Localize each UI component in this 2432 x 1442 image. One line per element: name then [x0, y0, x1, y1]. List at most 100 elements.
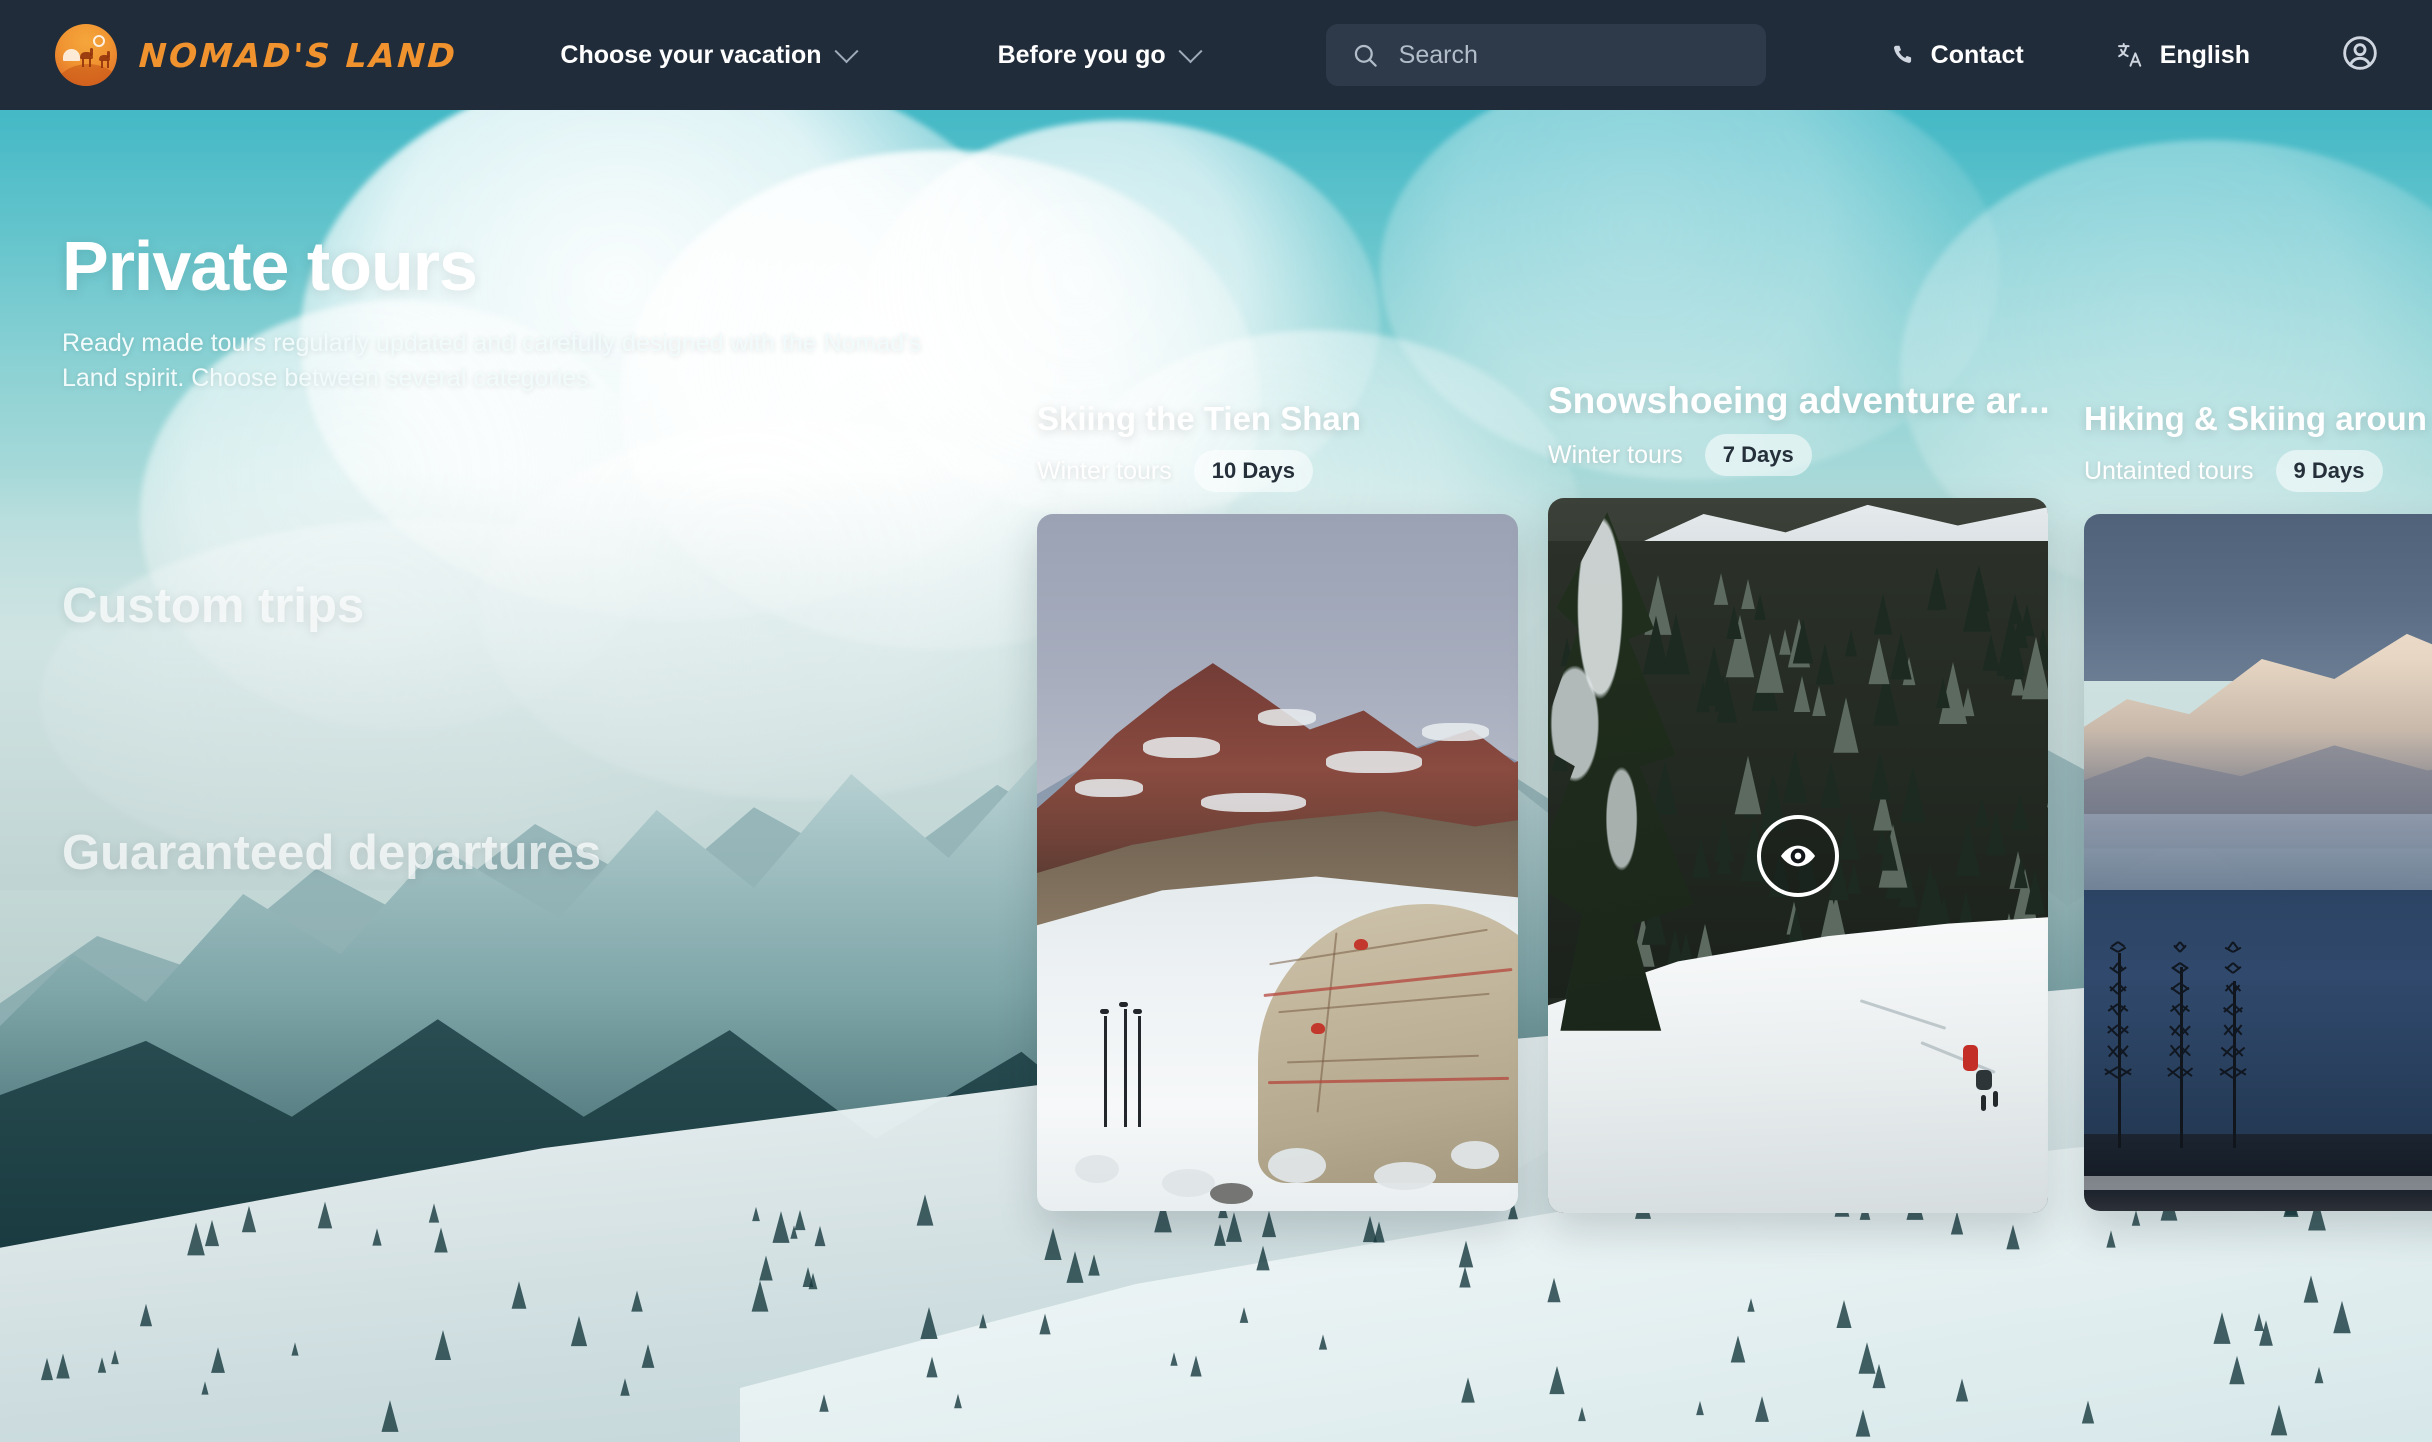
tour-card-duration-badge: 7 Days — [1705, 434, 1812, 476]
conifer-icon — [1845, 630, 1857, 657]
tour-card-duration-badge: 10 Days — [1194, 450, 1313, 492]
conifer-icon — [1820, 762, 1841, 808]
tour-card-title: Snowshoeing adventure ar... — [1548, 380, 2050, 422]
camel-leg — [82, 58, 84, 67]
brand-logo[interactable]: NOMAD'S LAND — [55, 24, 457, 86]
tree-icon — [1170, 1352, 1177, 1366]
conifer-icon — [1874, 593, 1893, 634]
tree-icon — [2106, 1230, 2115, 1247]
tree-icon — [1262, 1211, 1276, 1237]
conifer-icon — [1833, 698, 1858, 753]
navbar-right-group: Contact English — [1889, 33, 2380, 78]
tree-icon — [917, 1194, 934, 1225]
tree-icon — [1755, 1396, 1769, 1422]
tree-icon — [1951, 1212, 1963, 1235]
tree-icon — [631, 1290, 642, 1311]
tree-icon — [318, 1202, 332, 1229]
tree-icon — [429, 1203, 439, 1222]
conifer-icon — [1927, 566, 1947, 609]
hero-text-block: Private tours Ready made tours regularly… — [62, 230, 942, 397]
yurt-on-snow-plain-scene — [1037, 514, 1518, 1211]
tree-icon — [372, 1228, 381, 1245]
eye-icon — [1778, 836, 1818, 876]
tree-icon — [2132, 1210, 2140, 1226]
tree-icon — [1373, 1221, 1384, 1242]
account-button[interactable] — [2340, 33, 2380, 78]
nav-choose-your-vacation[interactable]: Choose your vacation — [560, 41, 854, 70]
conifer-icon — [1900, 766, 1925, 821]
tree-icon — [1459, 1266, 1470, 1287]
tree-icon — [435, 1330, 451, 1360]
nav-choose-your-vacation-label: Choose your vacation — [560, 41, 821, 70]
tour-card-meta: Winter tours 10 Days — [1037, 450, 1518, 492]
preview-button[interactable] — [1757, 815, 1839, 897]
tree-icon — [1549, 1366, 1564, 1394]
conifer-icon — [1868, 638, 1889, 684]
tree-icon — [752, 1207, 760, 1221]
tree-icon — [211, 1347, 225, 1373]
tree-icon — [205, 1220, 219, 1246]
conifer-icon — [1756, 633, 1783, 693]
tour-card-category: Untainted tours — [2084, 457, 2254, 486]
tree-icon — [759, 1256, 772, 1281]
background-trees — [0, 1180, 2432, 1442]
tree-icon — [1696, 1401, 1704, 1415]
camel-neck — [107, 51, 110, 58]
tour-card-image[interactable] — [1548, 498, 2048, 1213]
tour-card-title: Skiing the Tien Shan — [1037, 400, 1518, 438]
yurt-icon — [63, 49, 80, 61]
tour-card-category: Winter tours — [1548, 441, 1683, 470]
conifer-icon — [1958, 892, 1973, 924]
conifer-icon — [2046, 781, 2048, 808]
conifer-icon — [1936, 678, 1950, 708]
tree-icon — [642, 1344, 655, 1368]
tree-icon — [920, 1307, 937, 1339]
phone-icon — [1889, 42, 1915, 68]
tree-icon — [56, 1354, 69, 1379]
conifer-icon — [1983, 633, 2000, 670]
tree-icon — [819, 1394, 828, 1411]
conifer-icon — [1700, 646, 1727, 706]
tree-icon — [752, 1280, 769, 1311]
tree-icon — [2304, 1275, 2319, 1302]
camel-neck — [90, 48, 93, 56]
page-root: NOMAD'S LAND Choose your vacation Before… — [0, 0, 2432, 1442]
tree-icon — [815, 1226, 826, 1246]
conifer-icon — [1792, 618, 1812, 663]
conifer-icon — [1880, 831, 1898, 870]
conifer-icon — [1956, 823, 1980, 877]
tree-icon — [381, 1400, 398, 1432]
search-input[interactable]: Search — [1326, 24, 1766, 86]
tour-card[interactable]: Hiking & Skiing aroun Untainted tours 9 … — [2084, 400, 2432, 1211]
tree-icon — [1731, 1335, 1746, 1362]
tour-card-meta: Winter tours 7 Days — [1548, 434, 2050, 476]
tree-icon — [1578, 1407, 1586, 1421]
tree-icon — [1088, 1254, 1099, 1275]
nav-language-selector[interactable]: English — [2116, 41, 2250, 70]
nav-before-you-go[interactable]: Before you go — [998, 41, 1199, 70]
conifer-icon — [1869, 752, 1890, 799]
tour-card-image[interactable] — [2084, 514, 2432, 1211]
nav-contact[interactable]: Contact — [1889, 41, 2024, 70]
conifer-icon — [1838, 812, 1859, 859]
lake-and-snow-mountains-scene — [2084, 514, 2432, 1211]
category-link-custom-trips[interactable]: Custom trips — [62, 578, 364, 634]
sun-icon — [93, 35, 105, 47]
tour-card-meta: Untainted tours 9 Days — [2084, 450, 2432, 492]
tree-icon — [1256, 1246, 1269, 1271]
nomad-camel-sun-logo-icon — [55, 24, 117, 86]
tour-card-active[interactable]: Snowshoeing adventure ar... Winter tours… — [1548, 380, 2050, 1213]
tree-icon — [2333, 1301, 2351, 1334]
tree-icon — [140, 1304, 152, 1327]
top-navbar: NOMAD'S LAND Choose your vacation Before… — [0, 0, 2432, 110]
tree-icon — [795, 1210, 806, 1230]
tree-icon — [1547, 1278, 1560, 1302]
category-link-guaranteed-departures[interactable]: Guaranteed departures — [62, 825, 601, 881]
tour-card-image[interactable] — [1037, 514, 1518, 1211]
tour-card[interactable]: Skiing the Tien Shan Winter tours 10 Day… — [1037, 400, 1518, 1211]
tree-icon — [98, 1357, 106, 1373]
tree-icon — [2259, 1320, 2273, 1345]
tree-icon — [1226, 1212, 1242, 1242]
conifer-icon — [1692, 838, 1710, 878]
conifer-icon — [1653, 762, 1677, 815]
